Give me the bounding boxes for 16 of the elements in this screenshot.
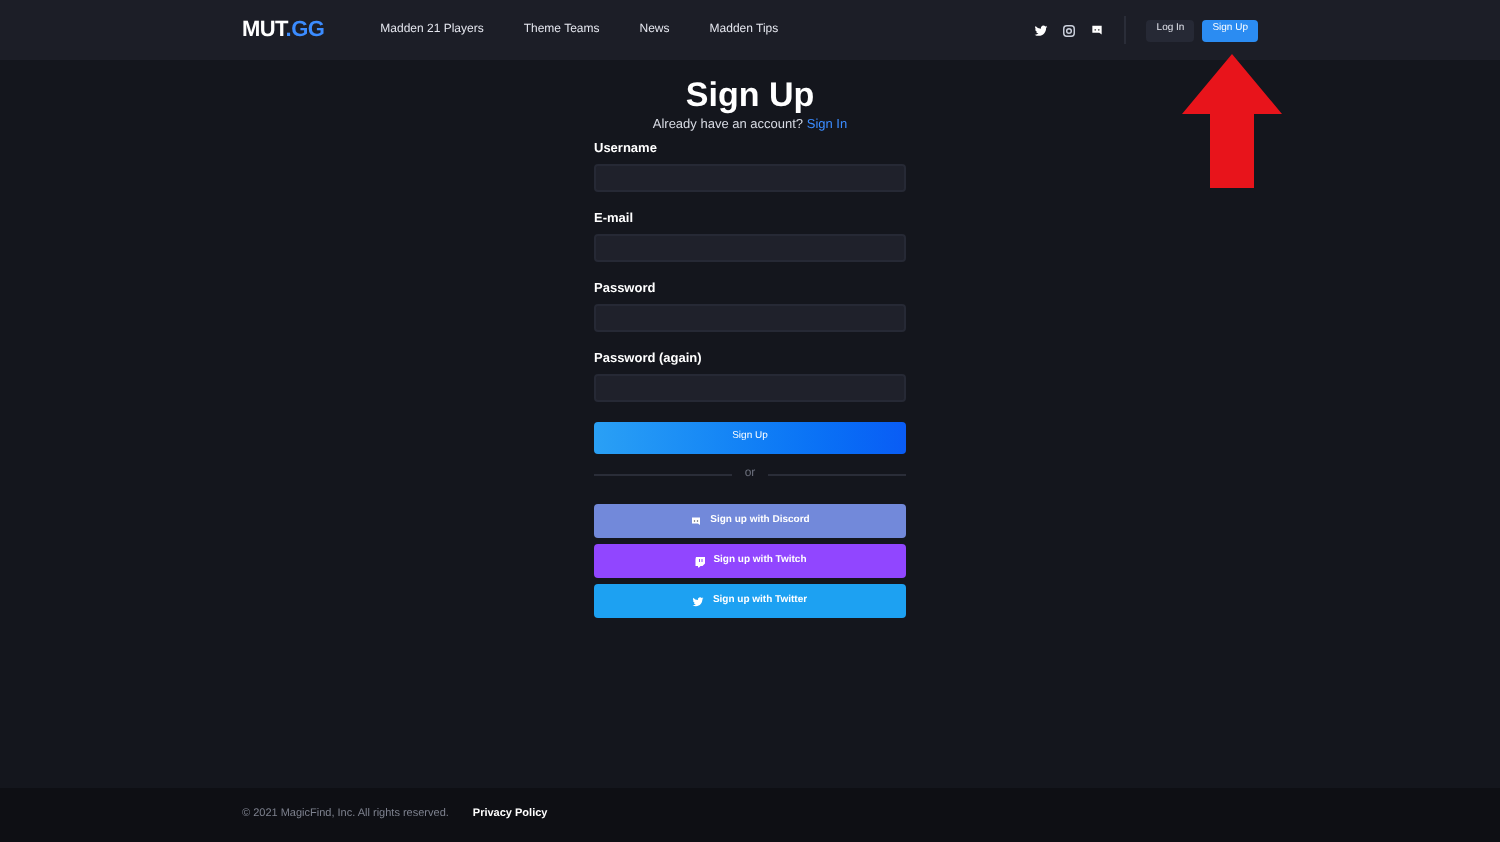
camera-icon: [1062, 23, 1077, 37]
chat-icon: [1090, 23, 1105, 37]
bird-icon: [1034, 23, 1049, 37]
social-link[interactable]: [1090, 23, 1105, 37]
input-field[interactable]: [594, 234, 906, 262]
input-field[interactable]: [594, 374, 906, 402]
chat-icon: [690, 515, 703, 527]
arrow-icon: [1182, 54, 1282, 188]
bird-icon: [692, 595, 705, 607]
social-link[interactable]: [1034, 23, 1049, 37]
page-title: Sign Up: [683, 76, 817, 116]
input-field[interactable]: [594, 304, 906, 332]
logo[interactable]: MUT.GG: [242, 13, 325, 47]
input-field[interactable]: [594, 164, 906, 192]
chat-icon: [693, 555, 706, 567]
social-link[interactable]: [1062, 23, 1077, 37]
